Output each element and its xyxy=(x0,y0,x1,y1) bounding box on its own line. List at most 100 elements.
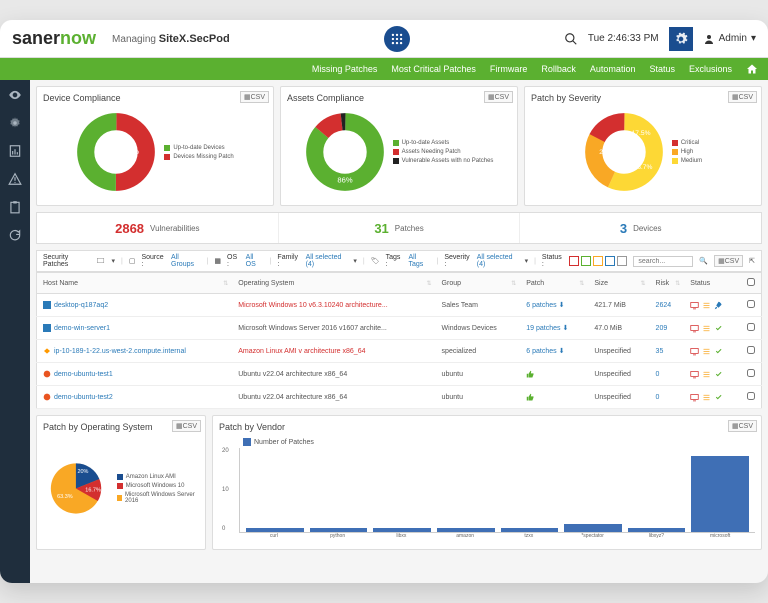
source-filter[interactable]: All Groups xyxy=(171,254,201,268)
nav-critical-patches[interactable]: Most Critical Patches xyxy=(391,64,476,74)
col-patch[interactable]: Patch⇅ xyxy=(520,273,588,294)
col-hostname[interactable]: Host Name⇅ xyxy=(37,273,233,294)
row-checkbox[interactable] xyxy=(747,300,755,308)
bar-label: curl xyxy=(245,533,303,539)
patch-cell: 6 patches ⬇ xyxy=(520,340,588,363)
severity-filter[interactable]: All selected (4) xyxy=(477,254,519,268)
os-cell: Ubuntu v22.04 architecture x86_64 xyxy=(232,386,435,409)
row-checkbox[interactable] xyxy=(747,369,755,377)
nav-rollback[interactable]: Rollback xyxy=(541,64,576,74)
risk-link[interactable]: 0 xyxy=(656,371,660,378)
risk-link[interactable]: 2624 xyxy=(656,302,672,309)
row-checkbox[interactable] xyxy=(747,323,755,331)
managing-site[interactable]: SiteX.SecPod xyxy=(159,33,230,45)
list-icon[interactable] xyxy=(702,370,711,379)
search-icon[interactable] xyxy=(564,32,578,46)
col-status[interactable]: Status xyxy=(684,273,741,294)
bar-label: libxx xyxy=(373,533,431,539)
gear-sidebar-icon[interactable] xyxy=(8,116,22,130)
check-icon xyxy=(714,347,723,356)
csv-button[interactable]: ▦CSV xyxy=(714,255,743,267)
report-icon[interactable] xyxy=(8,144,22,158)
clock: Tue 2:46:33 PM xyxy=(588,33,659,44)
monitor-red-icon[interactable] xyxy=(690,324,699,333)
stat-patches[interactable]: 31 Patches xyxy=(279,213,521,243)
admin-menu[interactable]: Admin ▾ xyxy=(703,33,756,45)
logo-saner: saner xyxy=(12,28,60,49)
size-cell: 421.7 MiB xyxy=(588,294,649,317)
host-link[interactable]: ip-10-189-1-22.us-west-2.compute.interna… xyxy=(54,348,186,355)
row-checkbox[interactable] xyxy=(747,346,755,354)
host-link[interactable]: demo-win-server1 xyxy=(54,325,110,332)
col-risk[interactable]: Risk⇅ xyxy=(650,273,685,294)
bar[interactable] xyxy=(310,528,368,532)
select-all-checkbox[interactable] xyxy=(747,278,755,286)
col-size[interactable]: Size⇅ xyxy=(588,273,649,294)
csv-button[interactable]: ▦CSV xyxy=(172,420,201,432)
col-os[interactable]: Operating System⇅ xyxy=(232,273,435,294)
list-icon[interactable] xyxy=(702,347,711,356)
bar[interactable] xyxy=(628,528,686,532)
csv-button[interactable]: ▦CSV xyxy=(484,91,513,103)
settings-button[interactable] xyxy=(669,27,693,51)
home-icon[interactable] xyxy=(746,63,758,75)
os-filter[interactable]: All OS xyxy=(246,254,264,268)
csv-button[interactable]: ▦CSV xyxy=(728,91,757,103)
check-icon xyxy=(714,393,723,402)
os-cell: Microsoft Windows Server 2016 v1607 arch… xyxy=(232,317,435,340)
risk-link[interactable]: 35 xyxy=(656,348,664,355)
stat-vulnerabilities[interactable]: 2868 Vulnerabilities xyxy=(37,213,279,243)
bar[interactable] xyxy=(246,528,304,532)
expand-icon[interactable]: ⇱ xyxy=(749,257,755,265)
os-cell: Amazon Linux AMI v architecture x86_64 xyxy=(232,340,435,363)
status-icons[interactable] xyxy=(569,256,627,266)
bar[interactable] xyxy=(564,524,622,532)
risk-link[interactable]: 0 xyxy=(656,394,660,401)
nav-firmware[interactable]: Firmware xyxy=(490,64,528,74)
patch-link[interactable]: 6 patches ⬇ xyxy=(526,302,564,309)
nav-automation[interactable]: Automation xyxy=(590,64,636,74)
status-actions xyxy=(690,393,735,402)
clipboard-icon[interactable] xyxy=(8,200,22,214)
list-icon[interactable] xyxy=(702,393,711,402)
bar[interactable] xyxy=(501,528,559,532)
alert-icon[interactable] xyxy=(8,172,22,186)
csv-button[interactable]: ▦CSV xyxy=(240,91,269,103)
host-link[interactable]: demo-ubuntu-test1 xyxy=(54,371,113,378)
family-filter[interactable]: All selected (4) xyxy=(306,254,348,268)
row-checkbox[interactable] xyxy=(747,392,755,400)
bar[interactable] xyxy=(691,456,749,532)
host-link[interactable]: desktop-q187aq2 xyxy=(54,302,108,309)
size-cell: Unspecified xyxy=(588,340,649,363)
monitor-red-icon[interactable] xyxy=(690,393,699,402)
dropdown-icon[interactable]: ▾ xyxy=(112,257,116,265)
group-cell: ubuntu xyxy=(436,363,521,386)
nav-exclusions[interactable]: Exclusions xyxy=(689,64,732,74)
bar[interactable] xyxy=(373,528,431,532)
monitor-red-icon[interactable] xyxy=(690,370,699,379)
refresh-icon[interactable] xyxy=(8,228,22,242)
list-icon[interactable] xyxy=(702,324,711,333)
tags-filter[interactable]: All Tags xyxy=(409,254,431,268)
status-actions xyxy=(690,347,735,356)
monitor-red-icon[interactable] xyxy=(690,301,699,310)
search-go-icon[interactable]: 🔍 xyxy=(699,257,708,265)
patch-link[interactable]: 6 patches ⬇ xyxy=(526,348,564,355)
svg-text:63.3%: 63.3% xyxy=(57,494,73,500)
nav-missing-patches[interactable]: Missing Patches xyxy=(312,64,378,74)
eye-icon[interactable] xyxy=(8,88,22,102)
patch-link[interactable]: 19 patches ⬇ xyxy=(526,325,568,332)
bar[interactable] xyxy=(437,528,495,532)
monitor-red-icon[interactable] xyxy=(690,347,699,356)
col-group[interactable]: Group⇅ xyxy=(436,273,521,294)
host-link[interactable]: demo-ubuntu-test2 xyxy=(54,394,113,401)
nav-status[interactable]: Status xyxy=(649,64,675,74)
bar-label: *spectator xyxy=(564,533,622,539)
filter-bar: Security Patches ▾ | ▢ Source : All Grou… xyxy=(36,250,762,272)
stat-devices[interactable]: 3 Devices xyxy=(520,213,761,243)
list-icon[interactable] xyxy=(702,301,711,310)
csv-button[interactable]: ▦CSV xyxy=(728,420,757,432)
apps-button[interactable] xyxy=(384,26,410,52)
search-input[interactable] xyxy=(633,256,693,267)
risk-link[interactable]: 209 xyxy=(656,325,668,332)
